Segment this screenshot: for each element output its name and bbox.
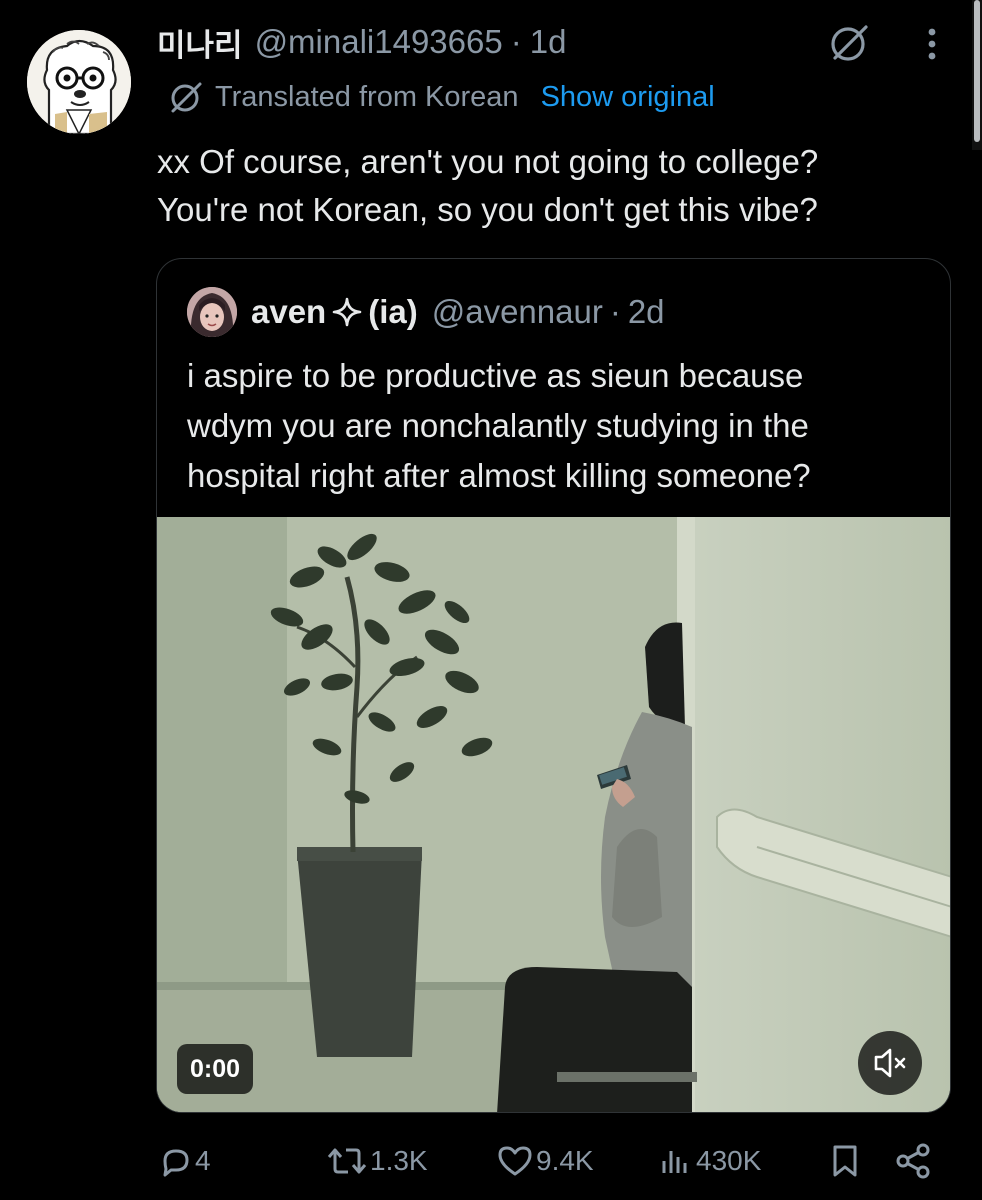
bookmark-icon [833,1145,857,1177]
video-timestamp: 0:00 [177,1044,254,1094]
like-button[interactable]: 9.4K [496,1138,594,1184]
translate-icon [171,82,202,113]
repost-count: 1.3K [370,1145,428,1176]
quoted-meta-separator: · [609,293,621,330]
translation-notice: Translated from Korean Show original [167,78,715,116]
author-avatar[interactable] [27,30,131,134]
tweet-header: 미나리 @minali1493665 · 1d [157,20,566,64]
meta-separator: · [510,23,522,60]
quoted-author-name[interactable]: aven [251,293,326,331]
scrollbar-thumb[interactable] [974,0,980,142]
reply-count: 4 [195,1145,211,1176]
mute-icon[interactable] [858,1031,922,1095]
author-display-name[interactable]: 미나리 [157,20,243,65]
quoted-author-handle[interactable]: @avennaur [432,293,603,331]
sparkle-icon [332,297,362,327]
views-icon [662,1151,687,1173]
tweet-text-line: xx Of course, aren't you not going to co… [157,143,819,180]
translated-label: Translated from Korean [215,80,519,113]
repost-icon [327,1148,367,1174]
quoted-tweet-card[interactable]: aven (ia) @avennaur · 2d i aspire to be … [156,258,951,1113]
quoted-text-line: i aspire to be productive as sieun becau… [187,357,804,394]
video-player[interactable]: 0:00 [157,517,950,1112]
quoted-text-line: wdym you are nonchalantly studying in th… [187,407,809,444]
tweet-timestamp[interactable]: 1d [530,23,567,61]
scrollbar-track[interactable] [972,0,982,150]
author-handle[interactable]: @minali1493665 [255,23,503,61]
video-frame [157,517,950,1112]
quoted-author-affiliation: (ia) [368,293,418,330]
quoted-author-avatar[interactable] [187,287,237,337]
repost-button[interactable]: 1.3K [326,1138,428,1184]
action-bar: 4 1.3K 9.4K 430K [0,1138,982,1184]
tweet-text: xx Of course, aren't you not going to co… [157,138,947,234]
share-button[interactable] [893,1138,935,1184]
grok-icon[interactable] [826,20,872,66]
reply-icon [163,1149,189,1177]
quoted-text-line: hospital right after almost killing some… [187,457,811,494]
quoted-tweet-text: i aspire to be productive as sieun becau… [187,351,927,501]
quoted-tweet-header: aven (ia) @avennaur · 2d [187,285,665,339]
like-count: 9.4K [536,1145,594,1176]
show-original-link[interactable]: Show original [541,81,715,114]
reply-button[interactable]: 4 [157,1138,211,1184]
tweet-text-line: You're not Korean, so you don't get this… [157,191,818,228]
bookmark-button[interactable] [828,1138,864,1184]
quoted-tweet-timestamp[interactable]: 2d [628,293,665,331]
views-button[interactable]: 430K [658,1138,761,1184]
more-icon[interactable] [914,22,950,66]
like-icon [498,1146,532,1176]
views-count: 430K [696,1145,762,1176]
share-icon [896,1143,930,1179]
